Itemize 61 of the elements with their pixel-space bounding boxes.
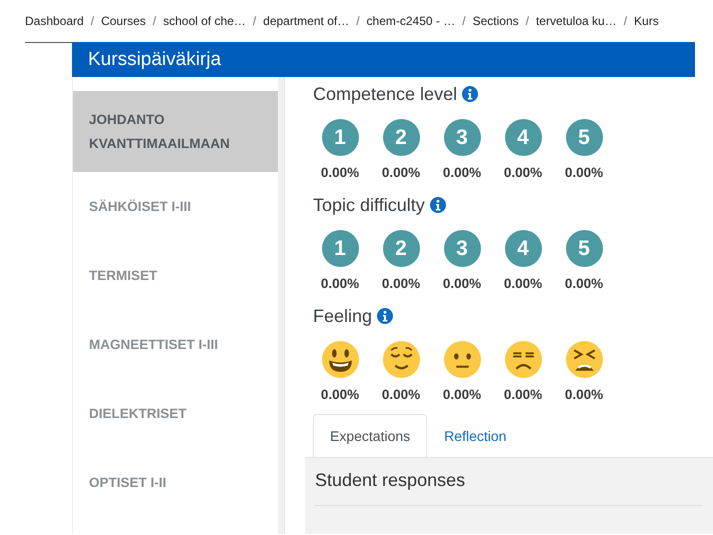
section-title: Topic difficulty — [313, 194, 425, 216]
percentage-label: 0.00% — [382, 165, 420, 180]
breadcrumb-separator: / — [624, 14, 628, 28]
emoji-face-icon[interactable] — [322, 341, 358, 378]
breadcrumb-separator: / — [462, 14, 466, 28]
percentage-label: 0.00% — [442, 165, 482, 180]
percentage-label: 0.00% — [564, 165, 604, 180]
breadcrumb-link[interactable]: Kurs — [634, 14, 659, 28]
rating-button[interactable]: 5 — [566, 230, 602, 267]
percentage-label: 0.00% — [382, 387, 420, 402]
percentage-label: 0.00% — [442, 276, 482, 291]
info-icon[interactable] — [377, 308, 394, 324]
rating-button[interactable]: 4 — [504, 230, 542, 267]
breadcrumb-link[interactable]: chem-c2450 - … — [366, 14, 456, 28]
breadcrumb-link[interactable]: Courses — [101, 14, 146, 28]
breadcrumb-link[interactable]: school of che… — [163, 14, 246, 28]
tab[interactable]: Expectations — [313, 414, 428, 457]
percentage-label: 0.00% — [382, 276, 420, 291]
breadcrumb-separator: / — [356, 14, 360, 28]
breadcrumb-link[interactable]: Dashboard — [25, 14, 84, 28]
rating-button[interactable]: 3 — [444, 230, 480, 267]
percentage-label: 0.00% — [320, 387, 360, 402]
sidebar-item[interactable]: SÄHKÖISET I-III — [73, 172, 278, 241]
percentage-label: 0.00% — [504, 276, 542, 291]
rating-button[interactable]: 2 — [382, 119, 420, 156]
info-icon[interactable] — [462, 86, 478, 102]
sidebar-item[interactable]: DIELEKTRISET — [73, 379, 278, 448]
rating-button[interactable]: 4 — [504, 119, 542, 156]
emoji-face-icon[interactable] — [566, 341, 602, 378]
percentage-label: 0.00% — [564, 387, 604, 402]
sidebar-item[interactable]: TERMISET — [73, 241, 278, 310]
rating-button[interactable]: 2 — [382, 230, 420, 267]
percentage-label: 0.00% — [504, 165, 542, 180]
breadcrumb-link[interactable]: department of… — [263, 14, 350, 28]
emoji-face-icon[interactable] — [444, 341, 480, 378]
percentage-label: 0.00% — [442, 387, 482, 402]
page-title: Kurssipäiväkirja — [88, 48, 222, 70]
rating-button[interactable]: 1 — [322, 119, 358, 156]
breadcrumb-link[interactable]: tervetuloa ku… — [536, 14, 617, 28]
rating-button[interactable]: 3 — [444, 119, 480, 156]
breadcrumb-link[interactable]: Sections — [472, 14, 519, 28]
breadcrumb-separator: / — [152, 14, 156, 28]
sidebar-item[interactable]: JOHDANTO KVANTTIMAAILMAAN — [73, 91, 278, 172]
rating-button[interactable]: 1 — [322, 230, 358, 267]
info-icon[interactable] — [430, 197, 446, 213]
breadcrumb-separator: / — [90, 14, 94, 28]
panel-title: Student responses — [315, 470, 466, 490]
tab[interactable]: Reflection — [427, 414, 524, 457]
breadcrumb-separator: / — [252, 14, 256, 28]
percentage-label: 0.00% — [320, 165, 360, 180]
percentage-label: 0.00% — [504, 387, 542, 402]
breadcrumb-separator: / — [526, 14, 529, 28]
sidebar-item[interactable]: MAGNEETTISET I-III — [73, 310, 278, 379]
sidebar-item[interactable]: OPTISET I-II — [73, 448, 278, 517]
percentage-label: 0.00% — [564, 276, 604, 291]
percentage-label: 0.00% — [320, 276, 360, 291]
section-title: Feeling — [313, 306, 372, 326]
section-title: Competence level — [313, 84, 458, 104]
rating-button[interactable]: 5 — [566, 119, 602, 156]
emoji-face-icon[interactable] — [504, 341, 542, 378]
emoji-face-icon[interactable] — [382, 341, 420, 378]
